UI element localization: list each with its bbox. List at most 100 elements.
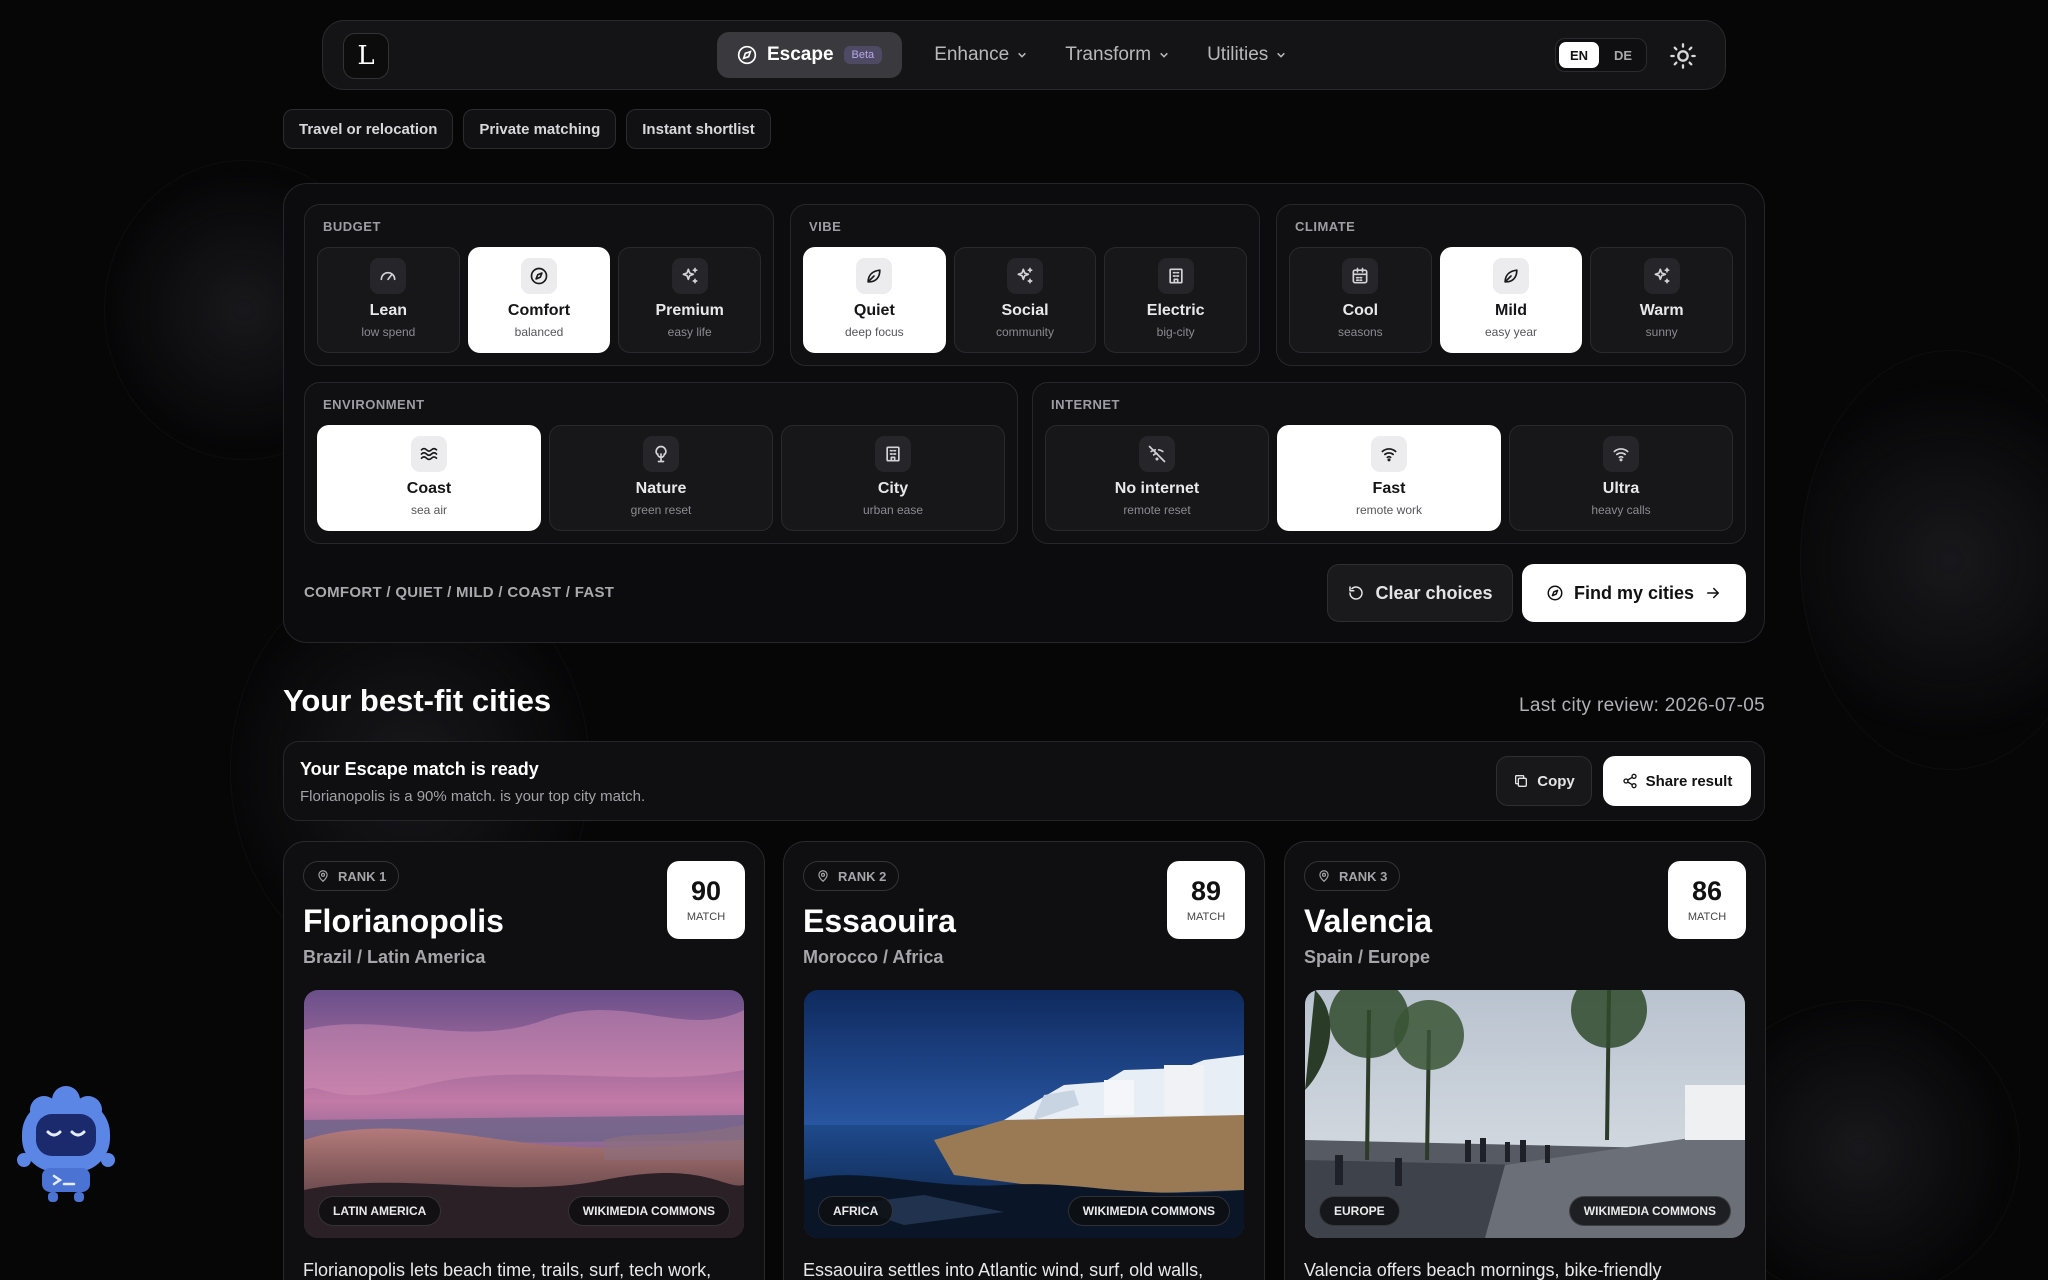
group-title: VIBE bbox=[809, 219, 842, 234]
option-city[interactable]: City urban ease bbox=[781, 425, 1005, 531]
gauge-icon bbox=[370, 258, 407, 294]
building-icon bbox=[875, 436, 911, 472]
copy-button[interactable]: Copy bbox=[1496, 756, 1592, 806]
photo-credit: WIKIMEDIA COMMONS bbox=[1067, 1196, 1230, 1226]
map-pin-icon bbox=[318, 870, 328, 883]
rank-label: RANK 1 bbox=[338, 868, 387, 884]
city-region: Brazil / Latin America bbox=[303, 947, 486, 967]
option-fast[interactable]: Fast remote work bbox=[1277, 425, 1501, 531]
compass-icon bbox=[737, 45, 757, 65]
find-cities-button[interactable]: Find my cities bbox=[1522, 564, 1746, 622]
city-card[interactable]: RANK 1 90 MATCH Florianopolis Brazil / L… bbox=[283, 841, 765, 1280]
option-label: Fast bbox=[1372, 480, 1406, 497]
option-sub: urban ease bbox=[862, 503, 924, 517]
chevron-down-icon bbox=[1160, 52, 1168, 58]
feature-chips: Travel or relocation Private matching In… bbox=[283, 109, 771, 149]
option-comfort[interactable]: Comfort balanced bbox=[467, 247, 611, 353]
share-result-label: Share result bbox=[1645, 772, 1733, 790]
rank-badge: RANK 2 bbox=[803, 861, 900, 891]
option-mild[interactable]: Mild easy year bbox=[1439, 247, 1583, 353]
option-label: Coast bbox=[406, 480, 452, 497]
option-label: Comfort bbox=[507, 302, 571, 319]
reset-icon bbox=[1349, 586, 1364, 600]
option-label: Social bbox=[1001, 302, 1049, 319]
match-banner: Your Escape match is ready Florianopolis… bbox=[283, 741, 1765, 821]
group-title: ENVIRONMENT bbox=[323, 397, 425, 412]
beta-badge: Beta bbox=[843, 46, 883, 64]
option-label: Cool bbox=[1342, 302, 1379, 319]
rank-badge: RANK 1 bbox=[303, 861, 400, 891]
nav-item-transform[interactable]: Transform bbox=[1059, 44, 1175, 66]
nav-item-label: Utilities bbox=[1207, 44, 1269, 65]
group-title: CLIMATE bbox=[1295, 219, 1356, 234]
wifi-icon bbox=[1603, 436, 1639, 472]
match-score-value: 86 bbox=[1691, 875, 1723, 906]
city-photo: LATIN AMERICA WIKIMEDIA COMMONS bbox=[304, 990, 744, 1238]
nav-item-label: Transform bbox=[1065, 44, 1152, 65]
share-icon bbox=[1622, 773, 1637, 789]
match-score: 89 MATCH bbox=[1167, 861, 1245, 939]
photo-credit: WIKIMEDIA COMMONS bbox=[567, 1196, 730, 1226]
clear-choices-button[interactable]: Clear choices bbox=[1327, 564, 1513, 622]
option-quiet[interactable]: Quiet deep focus bbox=[803, 247, 946, 353]
option-label: Warm bbox=[1639, 302, 1684, 319]
option-sub: seasons bbox=[1337, 325, 1383, 339]
option-ultra[interactable]: Ultra heavy calls bbox=[1509, 425, 1733, 531]
sun-icon[interactable] bbox=[1669, 42, 1697, 70]
region-tag: LATIN AMERICA bbox=[318, 1196, 442, 1226]
sparkles-icon bbox=[1007, 258, 1043, 294]
app-logo[interactable]: L bbox=[343, 33, 389, 79]
option-sub: heavy calls bbox=[1591, 503, 1651, 517]
lang-en-button[interactable]: EN bbox=[1559, 42, 1599, 68]
option-sub: sea air bbox=[410, 503, 448, 517]
wifi-off-icon bbox=[1139, 436, 1175, 472]
city-card[interactable]: RANK 2 89 MATCH Essaouira Morocco / Afri… bbox=[783, 841, 1265, 1280]
leaf-icon bbox=[856, 258, 893, 294]
city-region: Spain / Europe bbox=[1304, 947, 1431, 967]
option-coast[interactable]: Coast sea air bbox=[317, 425, 541, 531]
compass-icon bbox=[1547, 585, 1563, 601]
option-cool[interactable]: Cool seasons bbox=[1289, 247, 1432, 353]
map-pin-icon bbox=[1319, 870, 1329, 883]
chip-shortlist: Instant shortlist bbox=[626, 109, 771, 149]
option-sub: big-city bbox=[1156, 325, 1195, 339]
city-description: Essaouira settles into Atlantic wind, su… bbox=[803, 1260, 1204, 1280]
city-name: Florianopolis bbox=[303, 903, 504, 939]
option-lean[interactable]: Lean low spend bbox=[317, 247, 460, 353]
option-label: Nature bbox=[635, 480, 687, 497]
option-warm[interactable]: Warm sunny bbox=[1590, 247, 1734, 353]
match-score-label: MATCH bbox=[1687, 910, 1727, 923]
option-sub: sunny bbox=[1645, 325, 1678, 339]
nav-item-escape[interactable]: Escape Beta bbox=[717, 32, 903, 78]
match-banner-subtitle: Florianopolis is a 90% match. is your to… bbox=[300, 788, 646, 805]
option-sub: remote reset bbox=[1123, 503, 1191, 517]
chip-private: Private matching bbox=[463, 109, 617, 149]
copy-icon bbox=[1515, 775, 1528, 787]
option-sub: green reset bbox=[630, 503, 692, 517]
nav-item-utilities[interactable]: Utilities bbox=[1201, 44, 1292, 66]
nav-item-label: Enhance bbox=[934, 44, 1010, 65]
city-card[interactable]: RANK 3 86 MATCH Valencia Spain / Europe bbox=[1284, 841, 1766, 1280]
lang-de-button[interactable]: DE bbox=[1603, 42, 1643, 68]
region-tag: AFRICA bbox=[818, 1196, 894, 1226]
option-sub: easy life bbox=[667, 325, 712, 339]
option-electric[interactable]: Electric big-city bbox=[1104, 247, 1248, 353]
city-name: Essaouira bbox=[803, 903, 956, 939]
share-result-button[interactable]: Share result bbox=[1603, 756, 1751, 806]
option-label: Ultra bbox=[1602, 480, 1640, 497]
waves-icon bbox=[411, 436, 447, 472]
calendar-icon bbox=[1342, 258, 1379, 294]
group-title: INTERNET bbox=[1051, 397, 1120, 412]
city-photo: AFRICA WIKIMEDIA COMMONS bbox=[804, 990, 1244, 1238]
match-score-label: MATCH bbox=[686, 910, 726, 923]
nav-item-enhance[interactable]: Enhance bbox=[928, 44, 1033, 66]
robot-assistant-icon[interactable] bbox=[14, 1080, 118, 1202]
option-label: Premium bbox=[655, 302, 724, 319]
leaf-icon bbox=[1493, 258, 1529, 294]
background-blob bbox=[1800, 350, 2048, 770]
option-social[interactable]: Social community bbox=[953, 247, 1097, 353]
option-no-internet[interactable]: No internet remote reset bbox=[1045, 425, 1269, 531]
option-premium[interactable]: Premium easy life bbox=[618, 247, 762, 353]
option-nature[interactable]: Nature green reset bbox=[549, 425, 773, 531]
top-navigation: L Escape Beta Enhance Transform Utilitie… bbox=[322, 20, 1726, 90]
